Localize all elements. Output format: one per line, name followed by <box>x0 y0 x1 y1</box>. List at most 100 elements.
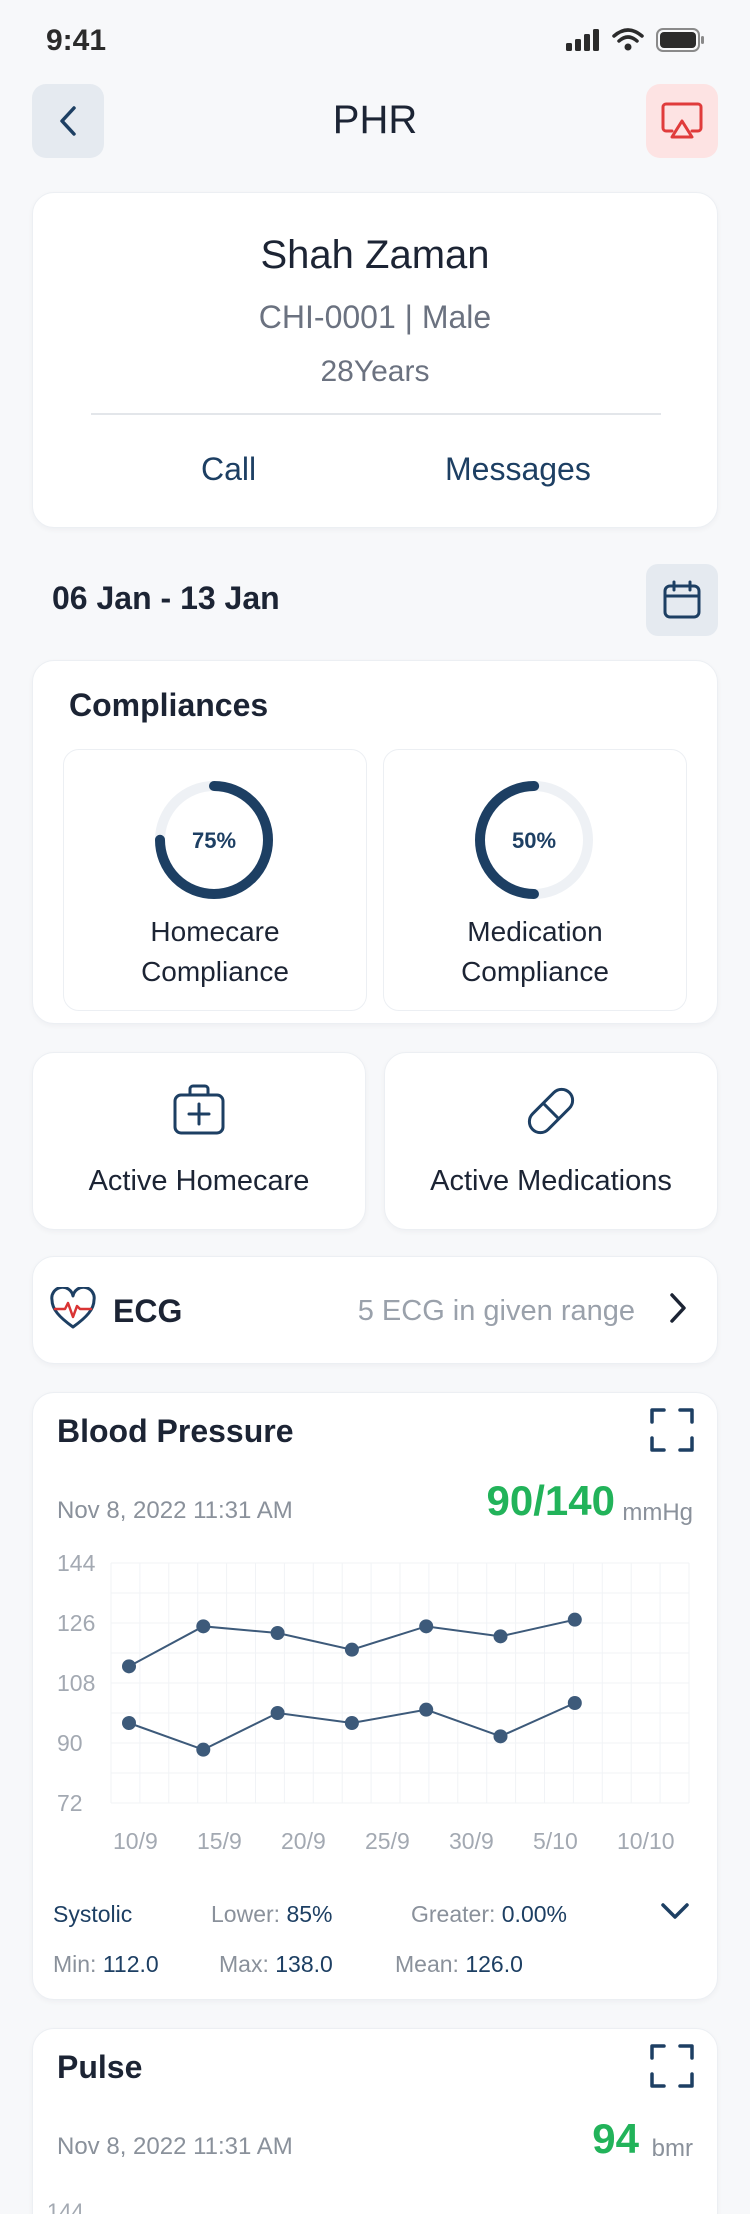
y-tick-label: 108 <box>57 1670 95 1696</box>
ecg-row[interactable]: ECG 5 ECG in given range <box>32 1256 718 1364</box>
heart-pulse-icon <box>50 1287 96 1329</box>
data-point <box>122 1716 136 1730</box>
homecare-compliance[interactable]: 75% Homecare Compliance <box>63 749 367 1011</box>
ecg-title: ECG <box>113 1293 183 1329</box>
pulse-value: 94 <box>592 2115 639 2162</box>
stat-greater-value: 0.00% <box>501 1901 567 1927</box>
pulse-card: Pulse Nov 8, 2022 11:31 AM 94 bmr 144 <box>32 2028 718 2214</box>
patient-name: Shah Zaman <box>260 233 490 277</box>
data-point <box>344 1642 359 1657</box>
data-point <box>270 1626 285 1640</box>
page-title: PHR <box>332 98 418 142</box>
x-tick-label: 20/9 <box>281 1828 326 1853</box>
ecg-detail: 5 ECG in given range <box>357 1295 635 1327</box>
data-point <box>567 1612 582 1627</box>
act-icon-wrap <box>385 1081 717 1141</box>
stat-lower-label: Lower: <box>211 1901 281 1927</box>
status-bar: 9:41 <box>0 0 750 80</box>
status-time: 9:41 <box>46 24 107 57</box>
call-button[interactable]: Call <box>201 451 256 488</box>
stat-max-value: 138.0 <box>275 1951 333 1977</box>
homecare-compliance-label-line2: Compliance <box>141 956 289 987</box>
messages-button[interactable]: Messages <box>445 451 591 488</box>
pulse-unit: bmr <box>651 2135 693 2162</box>
act-icon-wrap <box>33 1081 365 1141</box>
date-range-label: 06 Jan - 13 Jan <box>52 580 280 616</box>
data-point <box>270 1706 285 1720</box>
stats-series-label: Systolic <box>53 1901 133 1927</box>
x-tick-label: 15/9 <box>197 1828 242 1853</box>
status-icons <box>566 28 704 52</box>
cast-icon <box>661 102 703 139</box>
active-medications-label: Active Medications <box>430 1165 672 1197</box>
medication-compliance-label-line1: Medication <box>467 916 603 947</box>
data-point <box>493 1629 508 1644</box>
medication-compliance-gauge: 50% <box>475 781 593 899</box>
x-tick-label: 5/10 <box>533 1828 578 1853</box>
blood-pressure-title: Blood Pressure <box>57 1413 294 1449</box>
data-point <box>196 1742 211 1757</box>
compliances-title: Compliances <box>69 687 269 723</box>
x-tick-label: 10/9 <box>113 1828 158 1853</box>
wifi-icon <box>612 28 644 51</box>
stat-lower-value: 85% <box>286 1901 333 1927</box>
medical-kit-icon <box>173 1084 225 1135</box>
data-point <box>122 1659 136 1674</box>
blood-pressure-card: Blood Pressure Nov 8, 2022 11:31 AM 90/1… <box>32 1392 718 2000</box>
blood-pressure-date: Nov 8, 2022 11:31 AM <box>57 1497 293 1524</box>
cast-button[interactable] <box>646 84 718 158</box>
pulse-title: Pulse <box>57 2049 143 2085</box>
data-point <box>196 1619 211 1634</box>
active-homecare-label: Active Homecare <box>88 1165 310 1197</box>
x-tick-label: 10/10 <box>617 1828 675 1853</box>
stat-greater-label: Greater: <box>411 1901 496 1927</box>
patient-profile-card: Shah Zaman CHI-0001 | Male 28Years Call … <box>32 192 718 528</box>
y-tick-label: 144 <box>57 1553 96 1576</box>
calendar-icon <box>663 580 701 619</box>
homecare-compliance-percent: 75% <box>192 828 236 853</box>
data-point <box>419 1619 434 1634</box>
chevron-down-icon[interactable] <box>659 1899 691 1923</box>
blood-pressure-value: 90/140 <box>486 1477 615 1524</box>
chevron-right-icon <box>670 1293 686 1323</box>
y-tick-label: 90 <box>57 1730 83 1756</box>
expand-icon[interactable] <box>649 1407 695 1453</box>
stat-max-label: Max: <box>219 1951 269 1977</box>
data-point <box>493 1729 508 1744</box>
stat-max: Max: 138.0 <box>219 1951 333 1978</box>
battery-icon <box>656 28 704 52</box>
y-tick-label: 72 <box>57 1790 83 1816</box>
compliances-card: Compliances 75% Homecare Compliance 50% … <box>32 660 718 1024</box>
stat-min-label: Min: <box>53 1951 97 1977</box>
blood-pressure-unit: mmHg <box>622 1499 693 1526</box>
blood-pressure-chart: 144 126 108 90 72 10/9 15/9 20/9 25/9 30/9 5/10 10/… <box>57 1553 690 1853</box>
pulse-date: Nov 8, 2022 11:31 AM <box>57 2133 293 2160</box>
stat-greater: Greater: 0.00% <box>411 1901 567 1928</box>
divider <box>91 413 661 415</box>
data-point <box>344 1716 359 1730</box>
active-medications-button[interactable]: Active Medications <box>384 1052 718 1230</box>
pill-icon <box>527 1087 575 1135</box>
homecare-compliance-label: Homecare Compliance <box>64 912 366 992</box>
data-point <box>419 1702 434 1717</box>
medication-compliance-label-line2: Compliance <box>461 956 609 987</box>
stat-min-value: 112.0 <box>102 1951 159 1977</box>
active-homecare-button[interactable]: Active Homecare <box>32 1052 366 1230</box>
navigation-bar: PHR <box>0 84 750 158</box>
stat-mean-value: 126.0 <box>465 1951 523 1977</box>
homecare-compliance-label-line1: Homecare <box>150 916 280 947</box>
medication-compliance-percent: 50% <box>512 828 556 853</box>
expand-icon[interactable] <box>649 2043 695 2089</box>
stat-mean: Mean: 126.0 <box>395 1951 523 1978</box>
y-tick-label: 126 <box>57 1610 95 1636</box>
signal-icon <box>566 29 599 51</box>
pulse-y-tick: 144 <box>47 2199 84 2214</box>
data-point <box>567 1696 582 1710</box>
medication-compliance[interactable]: 50% Medication Compliance <box>383 749 687 1011</box>
homecare-compliance-gauge: 75% <box>155 781 273 899</box>
stat-mean-label: Mean: <box>395 1951 459 1977</box>
x-tick-label: 30/9 <box>449 1828 494 1853</box>
x-tick-label: 25/9 <box>365 1828 410 1853</box>
stat-lower: Lower: 85% <box>211 1901 332 1928</box>
calendar-button[interactable] <box>646 564 718 636</box>
